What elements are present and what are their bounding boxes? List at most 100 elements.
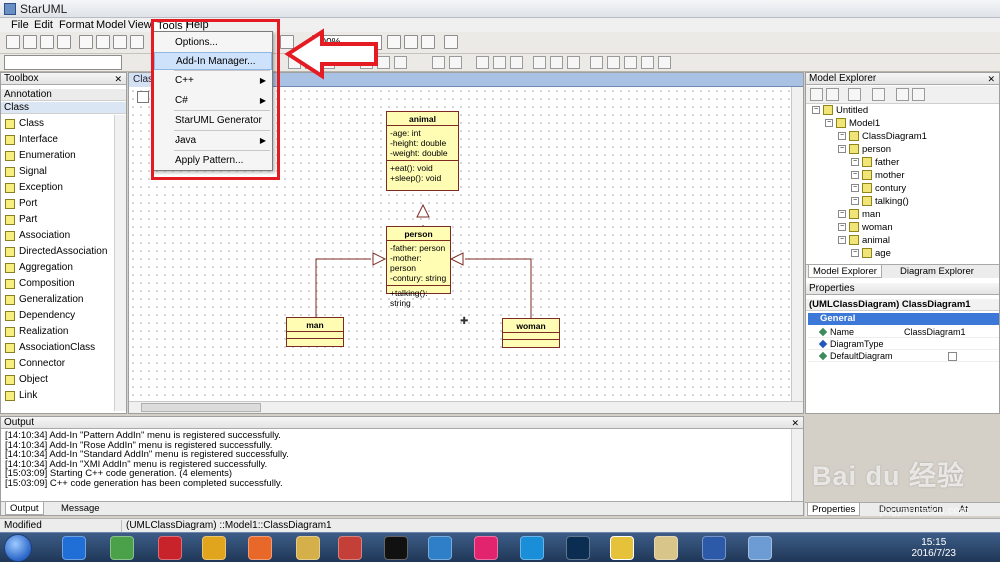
- expand-icon[interactable]: −: [851, 158, 859, 167]
- toolbox-item-interface[interactable]: Interface: [1, 132, 126, 148]
- element-combo[interactable]: [4, 55, 122, 70]
- menu-format[interactable]: Format: [56, 19, 97, 32]
- close-icon[interactable]: ✕: [114, 73, 122, 85]
- close-icon[interactable]: ✕: [791, 417, 799, 429]
- move-down-icon[interactable]: [912, 88, 925, 101]
- toolbox-scrollbar[interactable]: [114, 115, 126, 411]
- space-horizontal-icon[interactable]: [641, 56, 654, 69]
- toolbox-item-directedassociation[interactable]: DirectedAssociation: [1, 244, 126, 260]
- toolbox-item-enumeration[interactable]: Enumeration: [1, 148, 126, 164]
- output-scrollbar[interactable]: [791, 429, 803, 501]
- align-bottom-icon[interactable]: [624, 56, 637, 69]
- zoom-in-icon[interactable]: [387, 35, 401, 49]
- add-element-icon[interactable]: [848, 88, 861, 101]
- toolbox-item-object[interactable]: Object: [1, 372, 126, 388]
- diagram-horizontal-scrollbar[interactable]: [129, 401, 803, 413]
- sort-icon[interactable]: [810, 88, 823, 101]
- tree-node[interactable]: − man: [838, 208, 880, 221]
- toolbox-item-link[interactable]: Link: [1, 388, 126, 404]
- property-value[interactable]: ClassDiagram1: [904, 326, 966, 338]
- expand-icon[interactable]: −: [838, 132, 846, 141]
- paint-icon[interactable]: [748, 536, 772, 560]
- cut-icon[interactable]: [79, 35, 93, 49]
- console-icon[interactable]: [384, 536, 408, 560]
- toolbox-item-aggregation[interactable]: Aggregation: [1, 260, 126, 276]
- chrome-icon[interactable]: [110, 536, 134, 560]
- xmind-icon[interactable]: [338, 536, 362, 560]
- ungroup-icon[interactable]: [510, 56, 523, 69]
- tree-node[interactable]: − Model1: [825, 117, 880, 130]
- expand-icon[interactable]: −: [851, 249, 859, 258]
- toolbox-item-exception[interactable]: Exception: [1, 180, 126, 196]
- tree-node[interactable]: − animal: [838, 234, 890, 247]
- start-button[interactable]: [4, 534, 32, 562]
- expand-icon[interactable]: −: [851, 184, 859, 193]
- class-man[interactable]: man: [286, 317, 344, 347]
- default-diagram-checkbox[interactable]: [948, 352, 957, 361]
- generalization-woman-person[interactable]: [465, 258, 532, 319]
- suppress-icon[interactable]: [432, 56, 445, 69]
- stereotype-icon[interactable]: [449, 56, 462, 69]
- toolbox-item-port[interactable]: Port: [1, 196, 126, 212]
- delete-icon[interactable]: [130, 35, 144, 49]
- toolbox-section-annotation[interactable]: Annotation: [1, 89, 126, 101]
- expand-icon[interactable]: −: [838, 223, 846, 232]
- photoshop-icon[interactable]: [566, 536, 590, 560]
- explorer-icon[interactable]: [654, 536, 678, 560]
- move-up-icon[interactable]: [896, 88, 909, 101]
- tree-node[interactable]: − age: [851, 247, 891, 260]
- tab-message[interactable]: Message: [57, 502, 104, 515]
- menu-file[interactable]: File: [8, 19, 32, 32]
- align-left-icon[interactable]: [533, 56, 546, 69]
- tree-node[interactable]: − Untitled: [812, 104, 868, 117]
- align-right-icon[interactable]: [567, 56, 580, 69]
- tree-node[interactable]: − talking(): [851, 195, 909, 208]
- expand-icon[interactable]: −: [825, 119, 833, 128]
- tree-node[interactable]: − woman: [838, 221, 893, 234]
- copy-icon[interactable]: [96, 35, 110, 49]
- tab-diagram-explorer[interactable]: Diagram Explorer: [896, 265, 978, 278]
- space-vertical-icon[interactable]: [658, 56, 671, 69]
- toolbox-item-signal[interactable]: Signal: [1, 164, 126, 180]
- scroll-thumb[interactable]: [141, 403, 261, 412]
- toolbox-item-realization[interactable]: Realization: [1, 324, 126, 340]
- class-person[interactable]: person -father: person -mother: person -…: [386, 226, 451, 308]
- player-icon[interactable]: [474, 536, 498, 560]
- toolbox-section-class[interactable]: Class: [1, 102, 126, 114]
- expand-icon[interactable]: −: [851, 197, 859, 206]
- expand-icon[interactable]: −: [851, 171, 859, 180]
- tab-properties[interactable]: Properties: [807, 503, 861, 516]
- open-icon[interactable]: [23, 35, 37, 49]
- toolbox-item-class[interactable]: Class: [1, 116, 126, 132]
- layout-icon[interactable]: [444, 35, 458, 49]
- opera-icon[interactable]: [158, 536, 182, 560]
- menu-model[interactable]: Model: [93, 19, 129, 32]
- property-defaultdiagram[interactable]: DefaultDiagram: [808, 350, 999, 362]
- class-animal[interactable]: animal -age: int -height: double -weight…: [386, 111, 459, 191]
- toolbox-item-generalization[interactable]: Generalization: [1, 292, 126, 308]
- tree-node[interactable]: − mother: [851, 169, 905, 182]
- sort-type-icon[interactable]: [826, 88, 839, 101]
- close-icon[interactable]: ✕: [987, 73, 995, 85]
- editor-icon[interactable]: [428, 536, 452, 560]
- word-icon[interactable]: [702, 536, 726, 560]
- tree-node[interactable]: − contury: [851, 182, 906, 195]
- align-center-icon[interactable]: [550, 56, 563, 69]
- qq-icon[interactable]: [520, 536, 544, 560]
- toolbox-item-associationclass[interactable]: AssociationClass: [1, 340, 126, 356]
- tree-node[interactable]: − ClassDiagram1: [838, 130, 927, 143]
- print-icon[interactable]: [57, 35, 71, 49]
- toolbox-item-connector[interactable]: Connector: [1, 356, 126, 372]
- align-top-icon[interactable]: [590, 56, 603, 69]
- paste-icon[interactable]: [113, 35, 127, 49]
- expand-icon[interactable]: −: [812, 106, 820, 115]
- firefox-icon[interactable]: [248, 536, 272, 560]
- tree-node[interactable]: − person: [838, 143, 891, 156]
- generalization-man-person[interactable]: [315, 258, 371, 319]
- toolbox-item-dependency[interactable]: Dependency: [1, 308, 126, 324]
- property-category-general[interactable]: General: [808, 313, 999, 325]
- diagram-vertical-scrollbar[interactable]: [791, 87, 803, 401]
- toolbox-item-composition[interactable]: Composition: [1, 276, 126, 292]
- class-woman[interactable]: woman: [502, 318, 560, 348]
- taskbar-clock[interactable]: 15:15 2016/7/23: [912, 537, 957, 559]
